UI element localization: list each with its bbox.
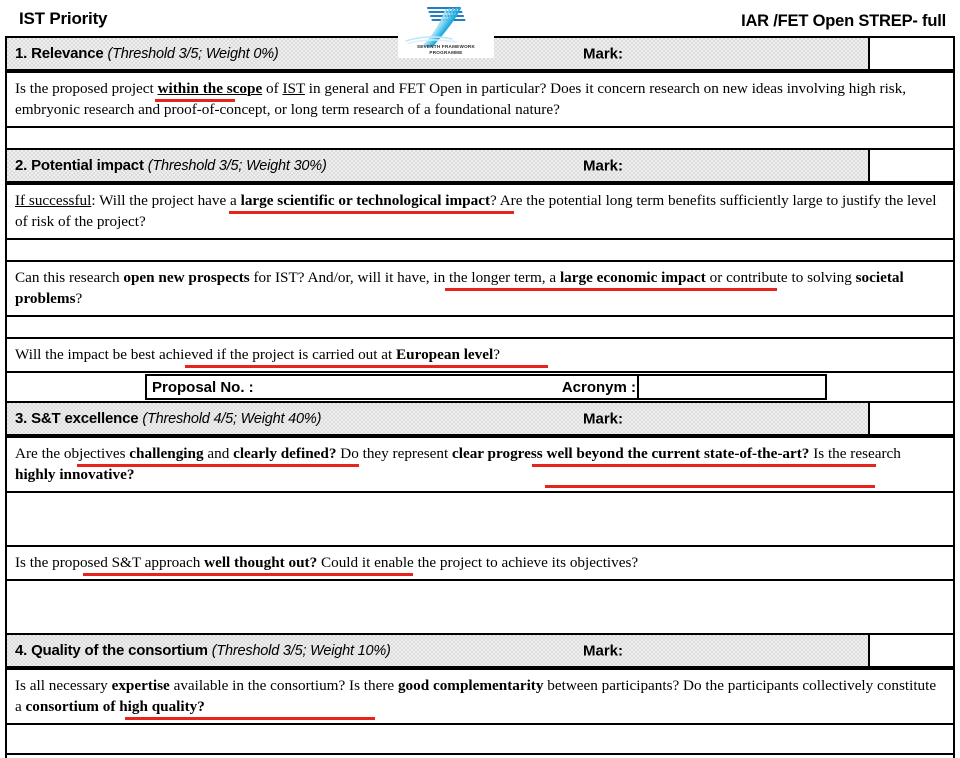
section-2-threshold: (Threshold 3/5; Weight 30%) (147, 158, 327, 174)
section-1-body-text: Is the proposed project within the scope… (15, 80, 907, 118)
section-4-threshold: (Threshold 3/5; Weight 10%) (211, 643, 391, 659)
section-4-comment-row-1[interactable] (5, 723, 955, 753)
fp7-logo-icon (405, 6, 466, 48)
section-3-titlebar: 3. S&T excellence (Threshold 4/5; Weight… (7, 403, 870, 434)
section-1-threshold: (Threshold 3/5; Weight 0%) (107, 46, 279, 62)
section-1-body-row: Is the proposed project within the scope… (5, 71, 955, 126)
section-2-mark-input[interactable] (870, 150, 953, 181)
section-2-comment-row-2[interactable] (5, 315, 955, 337)
proposal-acronym-box: Proposal No. : Acronym : (145, 374, 827, 400)
fp7-logo: SEVENTH FRAMEWORK PROGRAMME (398, 0, 494, 58)
section-1-mark-label: Mark: (583, 45, 624, 62)
section-header-potential-impact: 2. Potential impact (Threshold 3/5; Weig… (5, 148, 955, 183)
section-2-titlebar: 2. Potential impact (Threshold 3/5; Weig… (7, 150, 870, 181)
section-4-body-text-1: Is all necessary expertise available in … (15, 677, 937, 715)
section-3-threshold: (Threshold 4/5; Weight 40%) (142, 411, 322, 427)
fp7-caption-line2: PROGRAMME (429, 49, 463, 55)
section-2-comment-row-1[interactable] (5, 238, 955, 260)
section-3-body-row-1: Are the objectives challenging and clear… (5, 436, 955, 491)
acronym-input[interactable] (637, 376, 825, 398)
section-header-quality-consortium: 4. Quality of the consortium (Threshold … (5, 633, 955, 668)
section-2-body-row-3: Will the impact be best achieved if the … (5, 337, 955, 371)
section-4-titlebar: 4. Quality of the consortium (Threshold … (7, 635, 870, 666)
section-1-comment-row[interactable] (5, 126, 955, 148)
section-1-number: 1. (15, 45, 28, 62)
section-1-title: 1. Relevance (Threshold 3/5; Weight 0%) (7, 45, 279, 62)
section-2-body-text-2: Can this research open new prospects for… (15, 269, 904, 307)
document-page: IST Priority IAR /FET Open STREP- full S… (0, 0, 960, 758)
section-3-title: 3. S&T excellence (Threshold 4/5; Weight… (7, 410, 321, 427)
section-header-st-excellence: 3. S&T excellence (Threshold 4/5; Weight… (5, 401, 955, 436)
section-1-name: Relevance (31, 45, 104, 62)
section-4-name: Quality of the consortium (31, 642, 208, 659)
section-2-number: 2. (15, 157, 28, 174)
proposal-acronym-row: Proposal No. : Acronym : (5, 371, 955, 401)
section-3-body-row-2: Is the proposed S&T approach well though… (5, 545, 955, 579)
section-4-body-row-2: Are the participants well-suited to the … (5, 753, 955, 758)
section-3-comment-row-2[interactable] (5, 579, 955, 633)
section-3-body-text-1: Are the objectives challenging and clear… (15, 445, 901, 483)
section-4-mark-label: Mark: (583, 642, 624, 659)
section-3-body-text-2: Is the proposed S&T approach well though… (15, 554, 639, 571)
proposal-no-label: Proposal No. : (152, 378, 254, 396)
page-title-right: IAR /FET Open STREP- full (741, 12, 946, 30)
section-4-number: 4. (15, 642, 28, 659)
section-2-body-row-1: If successful: Will the project have a l… (5, 183, 955, 238)
section-3-comment-row-1[interactable] (5, 491, 955, 545)
section-4-mark-input[interactable] (870, 635, 953, 666)
acronym-label: Acronym : (561, 378, 636, 396)
section-2-name: Potential impact (31, 157, 144, 174)
section-3-number: 3. (15, 410, 28, 427)
section-2-mark-label: Mark: (583, 157, 624, 174)
section-2-body-row-2: Can this research open new prospects for… (5, 260, 955, 315)
section-2-body-text-1: If successful: Will the project have a l… (15, 192, 937, 230)
section-3-mark-label: Mark: (583, 410, 624, 427)
section-1-mark-input[interactable] (870, 38, 953, 69)
section-4-body-row-1: Is all necessary expertise available in … (5, 668, 955, 723)
fp7-logo-caption: SEVENTH FRAMEWORK PROGRAMME (398, 44, 494, 55)
section-3-mark-input[interactable] (870, 403, 953, 434)
evaluation-form-table: 1. Relevance (Threshold 3/5; Weight 0%) … (5, 36, 955, 758)
section-4-title: 4. Quality of the consortium (Threshold … (7, 642, 391, 659)
section-2-body-text-3: Will the impact be best achieved if the … (15, 346, 500, 363)
section-2-title: 2. Potential impact (Threshold 3/5; Weig… (7, 157, 327, 174)
section-3-name: S&T excellence (31, 410, 139, 427)
page-title-left: IST Priority (19, 9, 108, 28)
